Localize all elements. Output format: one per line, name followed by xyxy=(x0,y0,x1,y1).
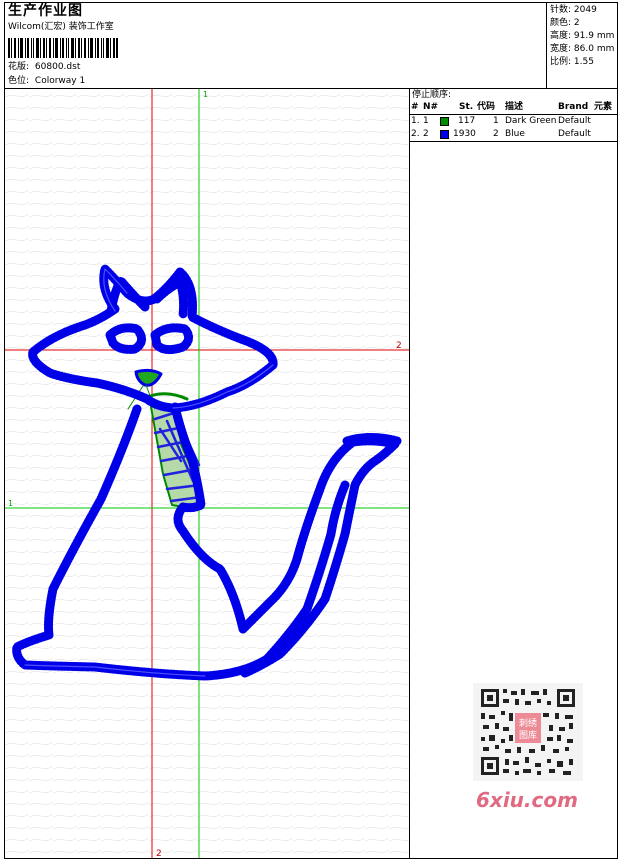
row-stitches: 1930 xyxy=(453,129,476,139)
col-header-description: 描述 xyxy=(505,102,524,112)
row-code: 1 xyxy=(493,116,499,126)
canvas-divider xyxy=(409,89,410,859)
table-header-rule xyxy=(410,114,618,115)
stat-width: 宽度: 86.0 mm xyxy=(550,44,615,54)
stat-colors: 颜色: 2 xyxy=(550,18,580,28)
row-description: Blue xyxy=(505,129,525,139)
stat-scale: 比例: 1.55 xyxy=(550,57,594,67)
row-index: 2. xyxy=(411,129,420,139)
row-code: 2 xyxy=(493,129,499,139)
design-canvas[interactable]: 1 2 1 2 xyxy=(5,89,409,858)
colorway-name: Colorway 1 xyxy=(34,76,86,86)
svg-text:图库: 图库 xyxy=(519,729,537,741)
guide-label-bottom: 2 xyxy=(156,849,162,858)
row-stitches: 117 xyxy=(458,116,476,126)
file-name: 60800.dst xyxy=(34,62,81,72)
row-needle: 2 xyxy=(423,129,429,139)
col-header-code: 代码 xyxy=(477,102,496,112)
stat-stitches: 针数: 2049 xyxy=(550,5,597,15)
stat-height: 高度: 91.9 mm xyxy=(550,31,615,41)
table-bottom-rule xyxy=(410,141,618,142)
row-brand: Default xyxy=(558,116,591,126)
col-header-element: 元素 xyxy=(594,102,613,112)
col-header-brand: Brand xyxy=(558,102,589,112)
stop-sequence-title: 停止顺序: xyxy=(412,90,452,100)
col-header-index: # xyxy=(411,102,419,112)
tail-tip xyxy=(342,433,402,446)
qr-code-watermark: 刺绣 图库 xyxy=(473,683,583,781)
row-description: Dark Green xyxy=(505,116,557,126)
col-header-needle: N# xyxy=(423,102,439,112)
stats-divider xyxy=(546,2,547,88)
barcode-image xyxy=(8,38,118,58)
color-swatch-blue xyxy=(440,130,449,139)
svg-text:刺绣: 刺绣 xyxy=(519,717,537,729)
colorway-info: 色位: Colorway 1 xyxy=(8,76,85,87)
page-title: 生产作业图 xyxy=(8,3,83,19)
guide-label-top: 1 xyxy=(203,90,208,99)
color-swatch-dark-green xyxy=(440,117,449,126)
file-label: 花版: xyxy=(8,62,30,72)
studio-subtitle: Wilcom(汇宏) 装饰工作室 xyxy=(8,22,114,32)
fabric-texture xyxy=(5,89,409,858)
colorway-label: 色位: xyxy=(8,76,30,86)
guide-label-left: 1 xyxy=(8,499,13,508)
guide-label-right: 2 xyxy=(396,341,402,351)
row-needle: 1 xyxy=(423,116,429,126)
file-info: 花版: 60800.dst xyxy=(8,62,80,73)
row-brand: Default xyxy=(558,129,591,139)
col-header-stitches: St. xyxy=(459,102,474,112)
watermark-site-name: 6xiu.com xyxy=(476,788,578,812)
row-index: 1. xyxy=(411,116,420,126)
